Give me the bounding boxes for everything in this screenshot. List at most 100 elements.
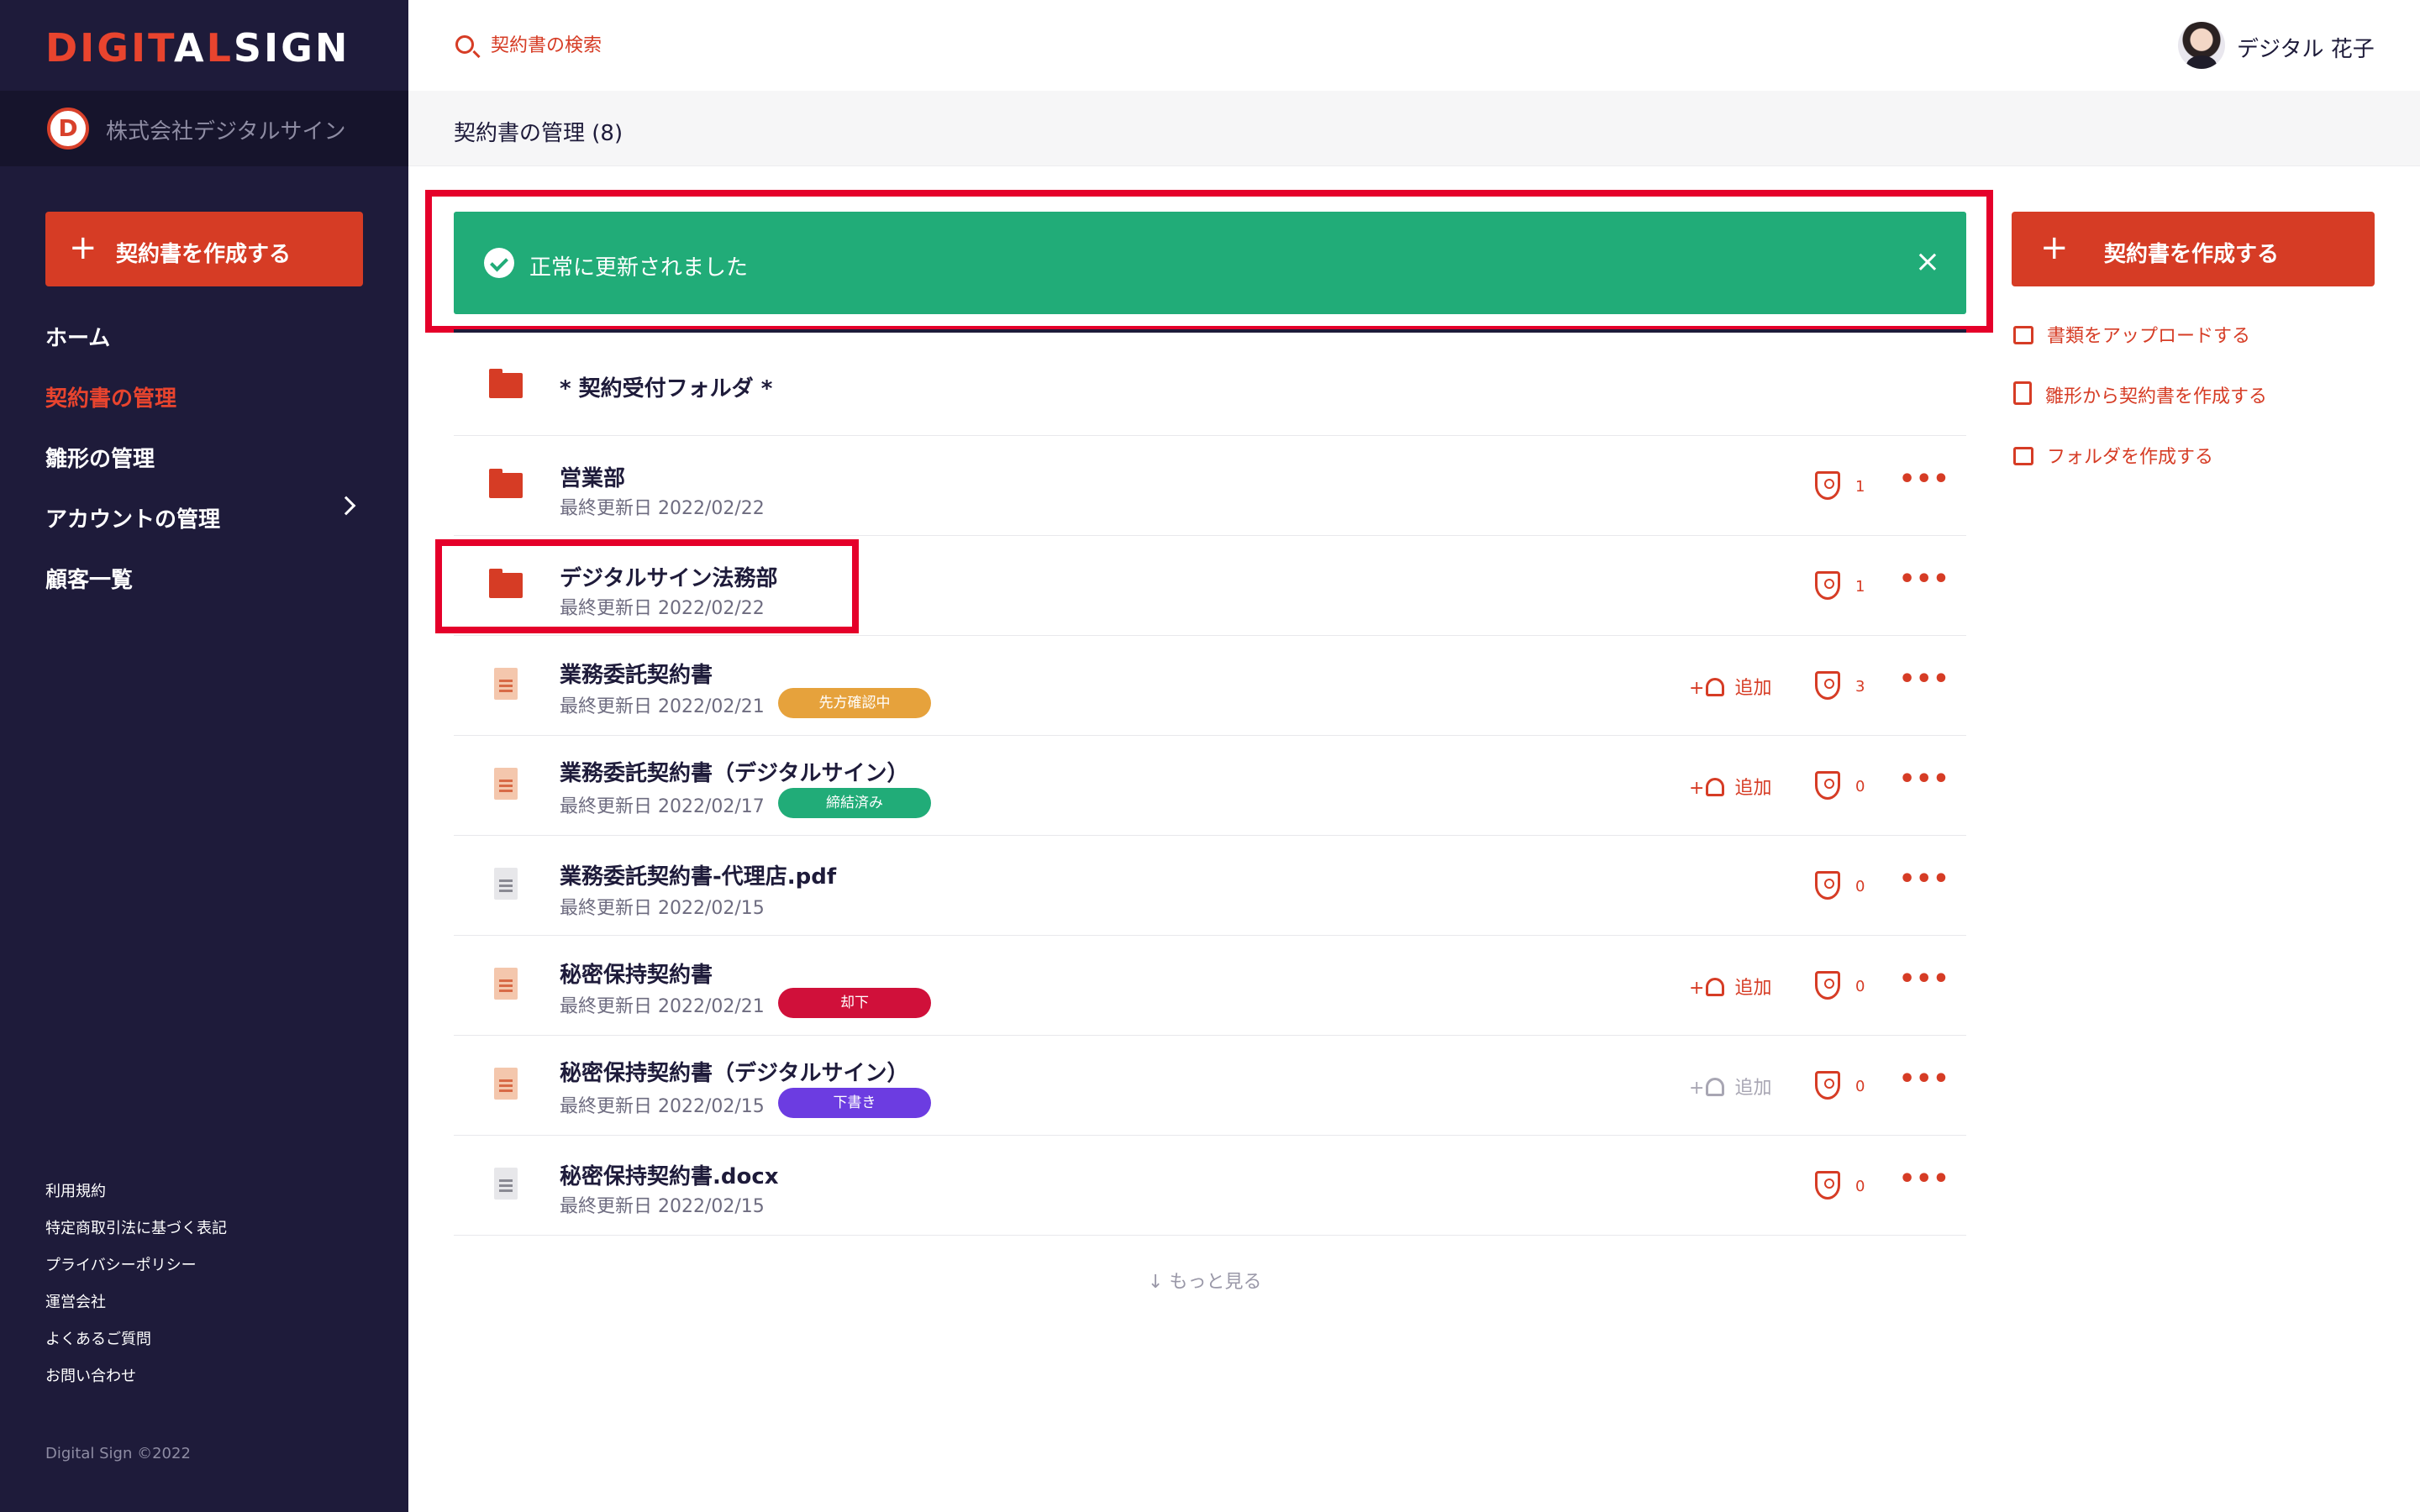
status-badge: 先方確認中 [778,688,931,718]
shield-count: 0 [1855,1178,1865,1195]
company-logo-icon: D [47,108,89,150]
upload-document-link[interactable]: 書類をアップロードする [2013,321,2250,348]
add-notification-button[interactable]: + 追加 [1689,773,1771,800]
status-badge: 却下 [778,988,931,1018]
bell-icon [1706,978,1725,996]
row-date: 最終更新日 2022/02/21 [560,996,765,1017]
create-from-template-label: 雛形から契約書を作成する [2045,386,2268,407]
add-notification-button[interactable]: + 追加 [1689,973,1771,1000]
brand-logo[interactable]: DIGITALSIGN [45,25,350,71]
footer-link-faq[interactable]: よくあるご質問 [45,1327,151,1349]
create-contract-label: 契約書を作成する [116,242,292,267]
avatar[interactable] [2178,22,2225,69]
success-notification: 正常に更新されました × [454,212,1966,314]
logo-text-sign: SIGN [233,25,350,71]
nav-item-templates[interactable]: 雛形の管理 [45,442,155,473]
user-name[interactable]: デジタル 花子 [2237,32,2375,63]
shield-count: 0 [1855,1078,1865,1095]
sidebar: DIGITALSIGN D 株式会社デジタルサイン + 契約書を作成する ホーム… [0,0,408,1512]
footer-link-contact[interactable]: お問い合わせ [45,1364,136,1386]
nav-item-customers[interactable]: 顧客一覧 [45,563,133,594]
list-item[interactable]: 業務委託契約書-代理店.pdf 最終更新日 2022/02/15 0 ••• [454,836,1966,936]
status-badge: 締結済み [778,788,931,818]
footer-link-privacy[interactable]: プライバシーポリシー [45,1253,197,1275]
shield-count: 1 [1855,478,1865,496]
list-item[interactable]: 業務委託契約書（デジタルサイン） 最終更新日 2022/02/17 締結済み +… [454,736,1966,836]
bell-icon [1706,778,1725,796]
shield-icon[interactable] [1815,871,1840,900]
add-notification-button[interactable]: + 追加 [1689,1073,1771,1100]
add-notification-button[interactable]: + 追加 [1689,673,1771,700]
folder-icon [2013,447,2033,465]
plus-icon: + [69,228,97,267]
plus-icon: + [2040,228,2069,267]
row-title: 業務委託契約書 [560,663,713,688]
see-more-label: もっと見る [1169,1272,1262,1293]
shield-icon[interactable] [1815,671,1840,700]
row-date: 最終更新日 2022/02/21 [560,696,765,717]
create-from-template-link[interactable]: 雛形から契約書を作成する [2013,381,2267,408]
shield-count: 3 [1855,678,1865,696]
create-folder-label: フォルダを作成する [2047,447,2214,468]
chevron-right-icon[interactable] [336,496,356,516]
logo-text-digit: DIGIT [45,25,174,71]
shield-icon[interactable] [1815,771,1840,800]
more-menu-icon[interactable]: ••• [1899,764,1950,794]
search-icon[interactable] [455,35,474,54]
row-title: 営業部 [560,466,626,491]
folder-icon [487,368,524,405]
list-item[interactable]: 業務委託契約書 最終更新日 2022/02/21 先方確認中 + 追加 3 ••• [454,636,1966,736]
create-contract-button[interactable]: + 契約書を作成する [2012,212,2375,286]
footer-link-terms[interactable]: 利用規約 [45,1179,106,1201]
document-icon [487,1068,524,1105]
shield-count: 0 [1855,978,1865,995]
close-icon[interactable]: × [1907,242,1948,282]
more-menu-icon[interactable]: ••• [1899,1164,1950,1194]
list-item[interactable]: * 契約受付フォルダ * [454,336,1966,436]
shield-icon[interactable] [1815,571,1840,600]
document-icon [487,668,524,705]
shield-icon[interactable] [1815,1071,1840,1100]
row-date: 最終更新日 2022/02/15 [560,1096,765,1117]
shield-count: 0 [1855,778,1865,795]
footer-link-commercial-law[interactable]: 特定商取引法に基づく表記 [45,1216,227,1238]
list-item[interactable]: 秘密保持契約書（デジタルサイン） 最終更新日 2022/02/15 下書き + 追… [454,1036,1966,1136]
nav-item-accounts[interactable]: アカウントの管理 [45,502,220,533]
list-item[interactable]: 秘密保持契約書.docx 最終更新日 2022/02/15 0 ••• [454,1136,1966,1236]
footer-link-company[interactable]: 運営会社 [45,1290,106,1312]
sidebar-create-contract-button[interactable]: + 契約書を作成する [45,212,363,286]
logo-text-a: A [173,25,207,71]
copyright: Digital Sign ©2022 [45,1445,191,1462]
shield-icon[interactable] [1815,471,1840,500]
upload-document-label: 書類をアップロードする [2047,326,2251,347]
more-menu-icon[interactable]: ••• [1899,1064,1950,1094]
search-input[interactable] [491,30,827,60]
add-label: 追加 [1734,678,1772,699]
more-menu-icon[interactable]: ••• [1899,964,1950,994]
folder-icon [487,468,524,505]
nav-item-contracts[interactable]: 契約書の管理 [45,381,176,412]
bell-icon [1706,678,1725,696]
more-menu-icon[interactable]: ••• [1899,465,1950,494]
bell-icon [1706,1078,1725,1096]
nav-item-home[interactable]: ホーム [45,321,110,352]
shield-icon[interactable] [1815,1171,1840,1200]
list-item[interactable]: 秘密保持契約書 最終更新日 2022/02/21 却下 + 追加 0 ••• [454,936,1966,1036]
notification-message: 正常に更新されました [529,255,749,281]
create-folder-link[interactable]: フォルダを作成する [2013,442,2213,469]
shield-count: 1 [1855,578,1865,596]
add-label: 追加 [1734,1078,1772,1099]
company-switcher[interactable]: D 株式会社デジタルサイン [0,91,408,166]
row-title: 業務委託契約書-代理店.pdf [560,864,837,890]
more-menu-icon[interactable]: ••• [1899,564,1950,594]
row-title: 業務委託契約書（デジタルサイン） [560,761,909,786]
more-menu-icon[interactable]: ••• [1899,664,1950,694]
more-menu-icon[interactable]: ••• [1899,864,1950,894]
shield-icon[interactable] [1815,971,1840,1000]
status-badge: 下書き [778,1088,931,1118]
list-item[interactable]: 営業部 最終更新日 2022/02/22 1 ••• [454,436,1966,536]
see-more-button[interactable]: ↓ もっと見る [1148,1267,1261,1294]
page-header: 契約書の管理 (8) [408,91,2420,166]
template-icon [2013,381,2032,405]
shield-count: 0 [1855,878,1865,895]
